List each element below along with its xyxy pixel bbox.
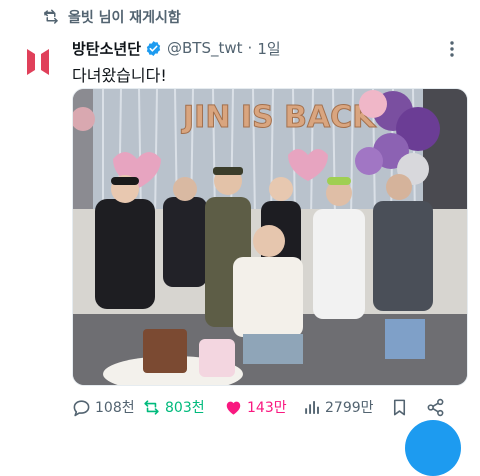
bts-logo[interactable] <box>22 46 54 78</box>
timestamp[interactable]: 1일 <box>257 38 280 59</box>
tweet-text: 다녀왔습니다! <box>72 66 167 85</box>
repost-text: 올빗 님이 재게시함 <box>68 10 181 26</box>
retweet-count: 803천 <box>165 400 205 416</box>
tweet-actions: 108천 803천 143만 2799만 <box>72 392 466 422</box>
repost-indicator[interactable]: 올빗 님이 재게시함 <box>42 6 181 28</box>
like-button[interactable]: 143만 <box>224 397 302 417</box>
share-button[interactable] <box>426 398 450 417</box>
views-icon <box>305 400 319 414</box>
reply-button[interactable]: 108천 <box>72 397 142 417</box>
like-icon <box>226 401 241 415</box>
retweet-button[interactable]: 803천 <box>142 397 224 417</box>
reply-count: 108천 <box>95 400 135 416</box>
handle[interactable]: @BTS_twt <box>167 39 243 57</box>
views-button[interactable]: 2799만 <box>302 397 390 417</box>
like-count: 143만 <box>247 400 287 416</box>
tweet-header: 방탄소년단 @BTS_twt · 1일 <box>72 37 462 59</box>
separator-dot: · <box>247 39 253 57</box>
bookmark-icon <box>393 399 406 415</box>
display-name[interactable]: 방탄소년단 <box>72 38 141 59</box>
reply-icon <box>73 399 90 416</box>
retweet-icon <box>44 9 58 24</box>
verified-badge-icon <box>146 40 161 56</box>
bookmark-button[interactable] <box>390 398 416 417</box>
more-icon[interactable] <box>442 39 462 59</box>
compose-fab-button[interactable] <box>405 420 461 476</box>
tweet-photo[interactable]: JIN IS BACK <box>72 88 468 386</box>
views-count: 2799만 <box>325 400 374 416</box>
jin-is-back-banner: JIN IS BACK <box>181 100 377 135</box>
retweet-icon <box>144 399 159 415</box>
share-icon <box>427 398 444 416</box>
